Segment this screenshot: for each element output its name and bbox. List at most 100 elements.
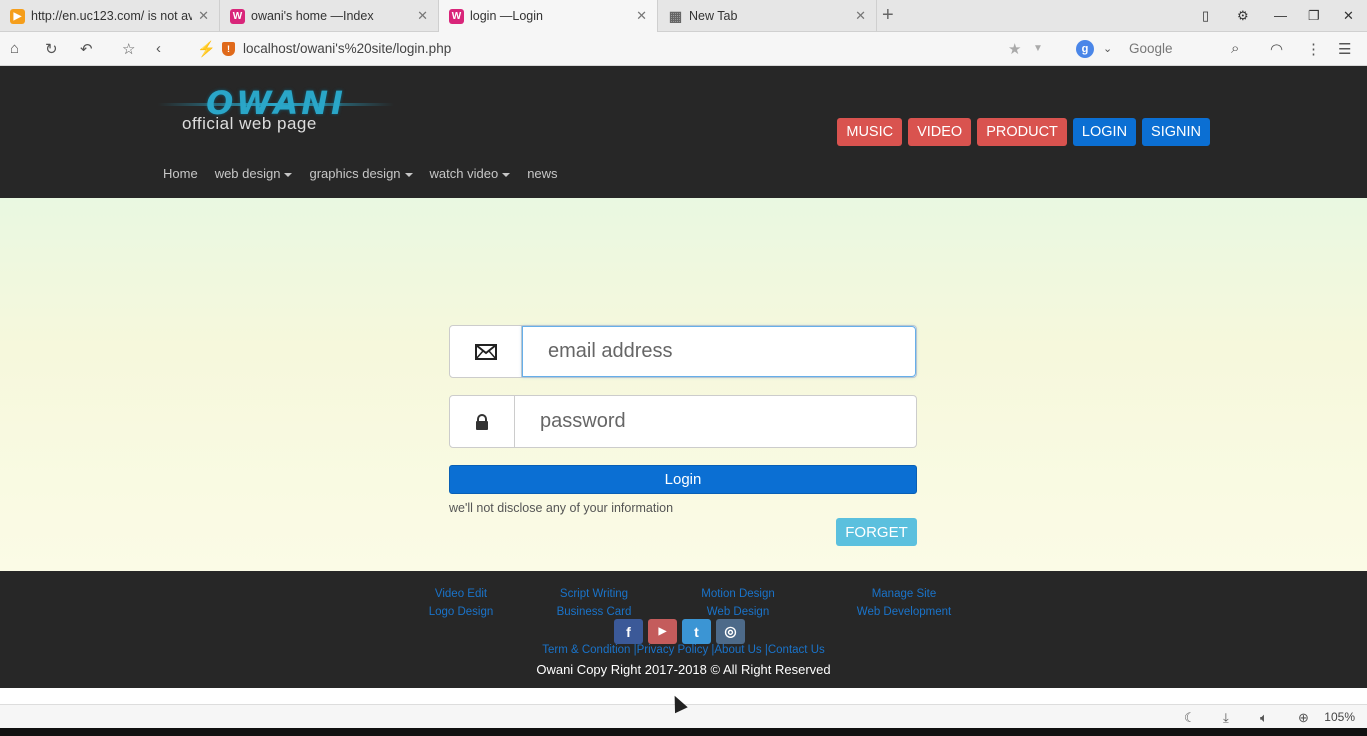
envelope-icon xyxy=(474,343,497,360)
video-button[interactable]: VIDEO xyxy=(908,118,972,146)
footer-link-web-development[interactable]: Web Development xyxy=(849,603,959,621)
nav-label: graphics design xyxy=(309,166,401,181)
favorite-star-icon[interactable]: ★ xyxy=(1008,40,1021,58)
forget-button[interactable]: FORGET xyxy=(836,518,917,546)
url-field[interactable]: localhost/owani's%20site/login.php xyxy=(243,41,451,56)
email-input[interactable] xyxy=(523,327,915,376)
social-links: f ▶ t ◎ xyxy=(614,619,745,644)
password-addon xyxy=(450,396,515,447)
footer-policy-links[interactable]: Term & Condition |Privacy Policy |About … xyxy=(0,644,1367,656)
maximize-button[interactable]: ❐ xyxy=(1308,8,1320,24)
tab-label: login —Login xyxy=(470,9,543,23)
close-tab-icon[interactable]: ✕ xyxy=(636,8,647,24)
footer-link-script-writing[interactable]: Script Writing xyxy=(548,585,640,603)
login-section: Login we'll not disclose any of your inf… xyxy=(0,198,1367,571)
product-button[interactable]: PRODUCT xyxy=(977,118,1067,146)
chevron-down-icon[interactable]: ▼ xyxy=(1033,43,1043,54)
menu-icon[interactable]: ☰ xyxy=(1338,40,1351,58)
tab-label: New Tab xyxy=(689,9,738,23)
logo-subtitle: official web page xyxy=(182,114,317,133)
zoom-level[interactable]: 105% xyxy=(1324,710,1355,724)
email-field-group xyxy=(449,325,917,378)
site-footer: Video Edit Logo Design Script Writing Bu… xyxy=(0,571,1367,688)
address-bar: ⌂ ↻ ↶ ☆ ‹ ⚡ ! localhost/owani's%20site/l… xyxy=(0,32,1367,66)
bookmark-star-icon[interactable]: ☆ xyxy=(122,40,135,58)
twitter-icon[interactable]: t xyxy=(682,619,711,644)
new-tab-button[interactable]: + xyxy=(882,4,894,27)
minimize-button[interactable]: — xyxy=(1274,8,1287,23)
reload-icon[interactable]: ↻ xyxy=(45,40,58,58)
instagram-icon[interactable]: ◎ xyxy=(716,619,745,644)
close-tab-icon[interactable]: ✕ xyxy=(198,8,209,24)
caret-down-icon xyxy=(404,172,413,177)
footer-link-video-edit[interactable]: Video Edit xyxy=(420,585,502,603)
wifi-icon[interactable]: ◠ xyxy=(1270,40,1283,58)
nav-web-design[interactable]: web design xyxy=(215,166,293,181)
footer-link-logo-design[interactable]: Logo Design xyxy=(420,603,502,621)
zoom-icon[interactable]: ⊕ xyxy=(1298,710,1309,726)
tab-favicon-icon: W xyxy=(449,8,464,24)
nav-label: web design xyxy=(214,166,281,181)
night-mode-icon[interactable]: ☾ xyxy=(1184,710,1196,726)
more-icon[interactable]: ⋮ xyxy=(1306,40,1321,58)
nav-label: news xyxy=(527,166,558,181)
nav-graphics-design[interactable]: graphics design xyxy=(309,166,413,181)
home-icon[interactable]: ⌂ xyxy=(10,40,19,57)
security-shield-icon[interactable]: ! xyxy=(222,42,235,56)
close-tab-icon[interactable]: ✕ xyxy=(417,8,428,24)
tab-login[interactable]: W login —Login ✕ xyxy=(439,0,658,32)
tab-favicon-icon: W xyxy=(230,8,245,24)
tab-new-tab[interactable]: ▦ New Tab ✕ xyxy=(658,0,877,32)
signin-button[interactable]: SIGNIN xyxy=(1142,118,1210,146)
footer-column: Script Writing Business Card xyxy=(548,585,640,621)
logo-underline xyxy=(158,103,394,106)
youtube-icon[interactable]: ▶ xyxy=(648,619,677,644)
password-input[interactable] xyxy=(515,396,916,447)
tab-list-icon[interactable]: ▯ xyxy=(1202,8,1209,24)
footer-column: Motion Design Web Design xyxy=(693,585,783,621)
caret-down-icon xyxy=(502,172,511,177)
search-input[interactable]: Google xyxy=(1129,41,1173,56)
site-header: OWANI official web page MUSIC VIDEO PROD… xyxy=(0,66,1367,198)
login-nav-button[interactable]: LOGIN xyxy=(1072,118,1137,146)
volume-icon[interactable]: 🔈︎ xyxy=(1260,710,1268,726)
tab-label: owani's home —Index xyxy=(251,9,374,23)
search-icon[interactable]: ⌕ xyxy=(1231,40,1239,57)
top-button-group: MUSIC VIDEO PRODUCT LOGIN SIGNIN xyxy=(837,118,1210,146)
nav-label: watch video xyxy=(429,166,499,181)
chevron-down-icon[interactable]: ⌄ xyxy=(1103,42,1112,55)
nav-label: Home xyxy=(163,166,198,181)
close-window-button[interactable]: ✕ xyxy=(1343,8,1354,24)
lock-icon xyxy=(476,413,488,430)
copyright-text: Owani Copy Right 2017-2018 © All Right R… xyxy=(536,662,831,677)
music-button[interactable]: MUSIC xyxy=(837,118,903,146)
privacy-disclaimer: we'll not disclose any of your informati… xyxy=(449,501,674,515)
nav-news[interactable]: news xyxy=(527,166,557,181)
nav-watch-video[interactable]: watch video xyxy=(430,166,511,181)
footer-link-motion-design[interactable]: Motion Design xyxy=(693,585,783,603)
footer-column: Manage Site Web Development xyxy=(849,585,959,621)
close-tab-icon[interactable]: ✕ xyxy=(855,8,866,24)
tab-favicon-icon: ▦ xyxy=(668,7,683,24)
caret-down-icon xyxy=(284,172,293,177)
nav-home[interactable]: Home xyxy=(163,166,198,181)
taskbar-strip xyxy=(0,728,1367,736)
facebook-icon[interactable]: f xyxy=(614,619,643,644)
download-icon[interactable]: ⤓ xyxy=(1223,710,1229,726)
main-nav: Home web design graphics design watch vi… xyxy=(163,166,558,181)
tab-bar: ▶ http://en.uc123.com/ is not av ✕ W owa… xyxy=(0,0,1367,32)
footer-link-manage-site[interactable]: Manage Site xyxy=(849,585,959,603)
login-button[interactable]: Login xyxy=(449,465,917,494)
tab-uc123[interactable]: ▶ http://en.uc123.com/ is not av ✕ xyxy=(0,0,220,32)
speed-icon: ⚡ xyxy=(197,41,216,58)
tab-label: http://en.uc123.com/ is not av xyxy=(31,9,193,23)
search-engine-icon[interactable]: g xyxy=(1076,40,1094,58)
undo-icon[interactable]: ↶ xyxy=(80,40,93,58)
footer-column: Video Edit Logo Design xyxy=(420,585,502,621)
tab-owani-home[interactable]: W owani's home —Index ✕ xyxy=(220,0,439,32)
password-field-group xyxy=(449,395,917,448)
back-icon[interactable]: ‹ xyxy=(156,40,161,57)
email-addon xyxy=(450,326,522,377)
tab-favicon-icon: ▶ xyxy=(10,8,25,24)
extension-icon[interactable]: ⚙ xyxy=(1237,8,1249,24)
